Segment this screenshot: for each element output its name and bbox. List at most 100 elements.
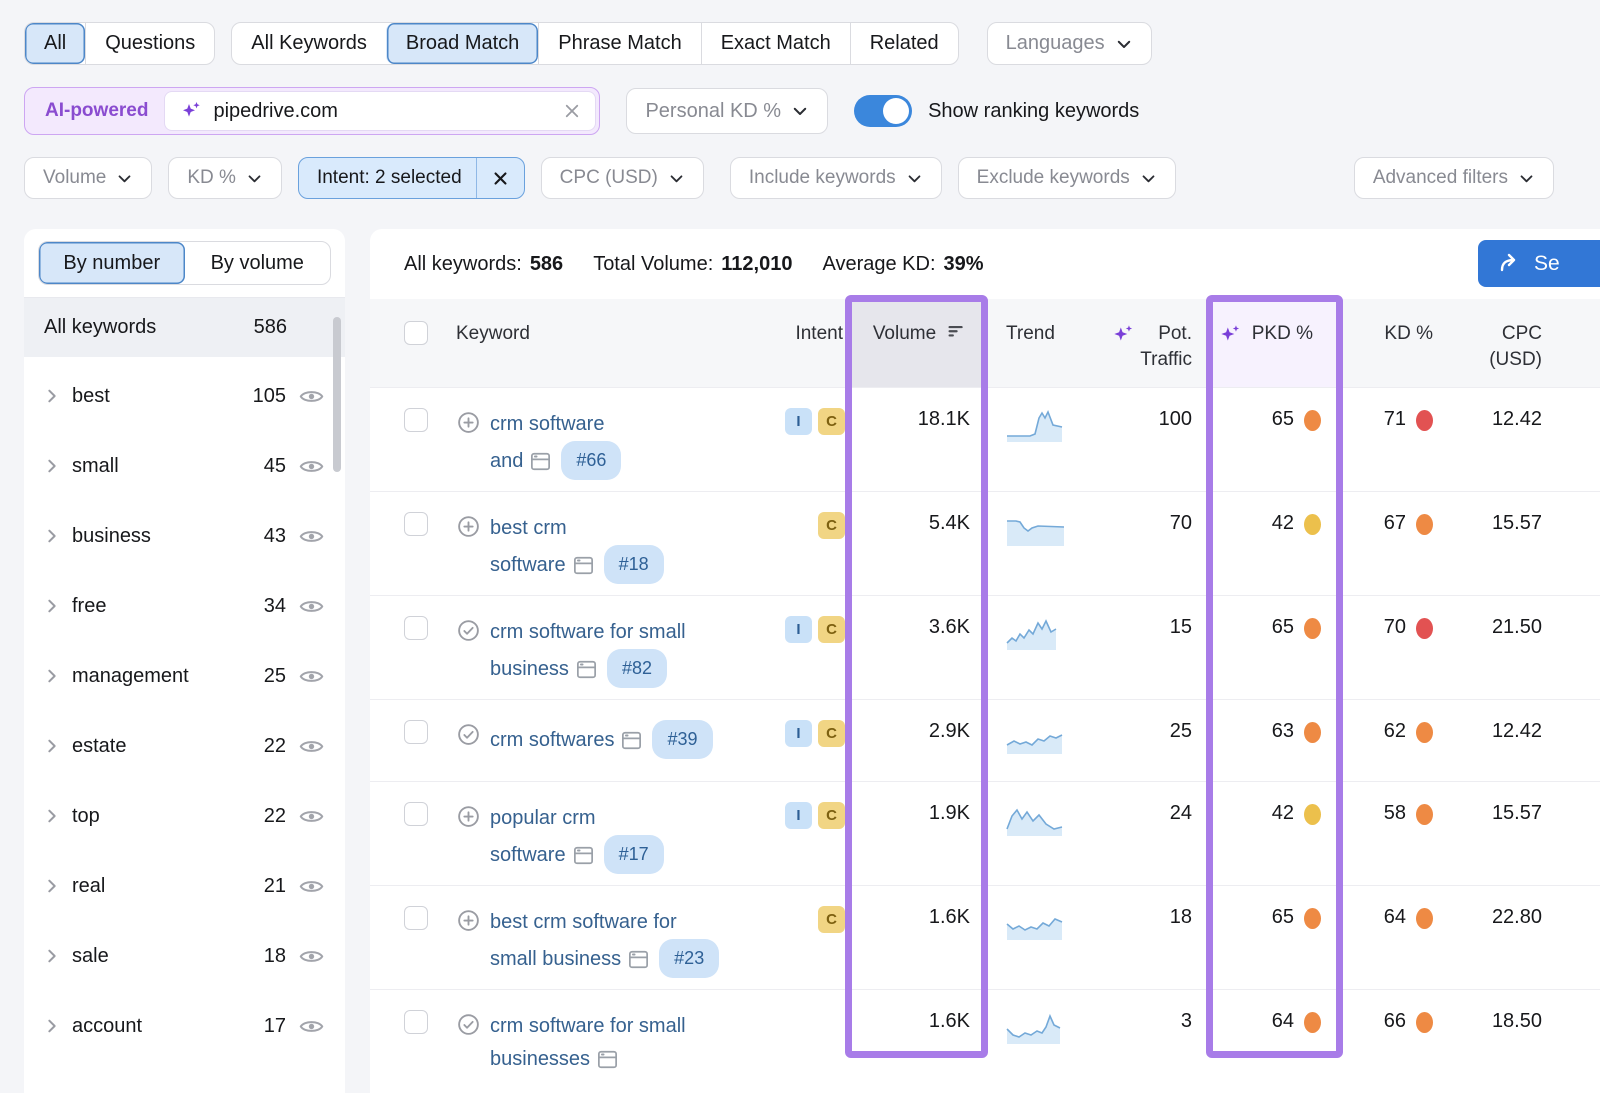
serp-preview-icon[interactable] [530, 452, 551, 471]
chevron-right-icon[interactable] [44, 1018, 60, 1034]
chevron-right-icon[interactable] [44, 738, 60, 754]
search-query[interactable]: pipedrive.com [213, 100, 553, 123]
send-keywords-button[interactable]: Se [1478, 240, 1600, 287]
intent-badge-informational[interactable]: I [785, 616, 812, 643]
eye-icon[interactable] [298, 733, 325, 760]
sidebar-item-top[interactable]: top 22 [44, 781, 325, 851]
cpc-filter-dropdown[interactable]: CPC (USD) [541, 157, 704, 199]
tab-questions[interactable]: Questions [85, 23, 214, 64]
row-checkbox[interactable] [404, 616, 428, 640]
sidebar-item-best[interactable]: best 105 [44, 361, 325, 431]
chevron-right-icon[interactable] [44, 458, 60, 474]
position-badge[interactable]: #82 [607, 649, 667, 688]
clear-intent-filter-icon[interactable] [477, 170, 524, 187]
all-keywords-group[interactable]: All keywords 586 [24, 297, 345, 357]
chevron-right-icon[interactable] [44, 878, 60, 894]
tab-broad-match[interactable]: Broad Match [386, 23, 538, 64]
column-header-trend[interactable]: Trend [988, 299, 1096, 387]
sidebar-item-account[interactable]: account 17 [44, 991, 325, 1061]
add-keyword-icon[interactable] [456, 514, 481, 539]
intent-badge-commercial[interactable]: C [818, 802, 845, 829]
select-all-checkbox[interactable] [404, 321, 428, 345]
intent-filter-dropdown[interactable]: Intent: 2 selected [298, 157, 525, 199]
volume-filter-dropdown[interactable]: Volume [24, 157, 152, 199]
keyword-added-icon[interactable] [456, 1012, 481, 1037]
intent-badge-informational[interactable]: I [785, 802, 812, 829]
include-keywords-dropdown[interactable]: Include keywords [730, 157, 942, 199]
keyword-added-icon[interactable] [456, 722, 481, 747]
serp-preview-icon[interactable] [628, 950, 649, 969]
row-checkbox[interactable] [404, 802, 428, 826]
sidebar-item-estate[interactable]: estate 22 [44, 711, 325, 781]
tab-all[interactable]: All [25, 23, 85, 64]
sidebar-item-management[interactable]: management 25 [44, 641, 325, 711]
tab-by-number[interactable]: By number [39, 242, 185, 284]
chevron-right-icon[interactable] [44, 808, 60, 824]
eye-icon[interactable] [298, 803, 325, 830]
eye-icon[interactable] [298, 383, 325, 410]
intent-badge-commercial[interactable]: C [818, 720, 845, 747]
column-header-cpc[interactable]: CPC(USD) [1455, 299, 1600, 387]
intent-badge-informational[interactable]: I [785, 720, 812, 747]
add-keyword-icon[interactable] [456, 410, 481, 435]
personal-kd-dropdown[interactable]: Personal KD % [626, 88, 828, 134]
tab-phrase-match[interactable]: Phrase Match [538, 23, 700, 64]
eye-icon[interactable] [298, 873, 325, 900]
advanced-filters-dropdown[interactable]: Advanced filters [1354, 157, 1554, 199]
column-header-volume[interactable]: Volume [851, 299, 988, 387]
keyword-link[interactable]: best crm software [490, 517, 567, 576]
keyword-added-icon[interactable] [456, 618, 481, 643]
chevron-right-icon[interactable] [44, 668, 60, 684]
sidebar-item-sale[interactable]: sale 18 [44, 921, 325, 991]
kd-filter-dropdown[interactable]: KD % [168, 157, 282, 199]
tab-related[interactable]: Related [850, 23, 958, 64]
eye-icon[interactable] [298, 523, 325, 550]
keyword-link[interactable]: crm software for small businesses [490, 1015, 686, 1070]
tab-by-volume[interactable]: By volume [185, 242, 331, 284]
chevron-right-icon[interactable] [44, 388, 60, 404]
intent-badge-commercial[interactable]: C [818, 616, 845, 643]
column-header-pkd[interactable]: PKD % [1212, 299, 1343, 387]
sidebar-item-small[interactable]: small 45 [44, 431, 325, 501]
position-badge[interactable]: #66 [561, 441, 621, 480]
eye-icon[interactable] [298, 1013, 325, 1040]
keyword-link[interactable]: crm softwares [490, 729, 614, 751]
tab-all-keywords[interactable]: All Keywords [232, 23, 386, 64]
intent-badge-informational[interactable]: I [785, 408, 812, 435]
row-checkbox[interactable] [404, 906, 428, 930]
column-header-intent[interactable]: Intent [776, 299, 851, 387]
serp-preview-icon[interactable] [621, 731, 642, 750]
intent-badge-commercial[interactable]: C [818, 906, 845, 933]
serp-preview-icon[interactable] [573, 556, 594, 575]
eye-icon[interactable] [298, 663, 325, 690]
row-checkbox[interactable] [404, 512, 428, 536]
serp-preview-icon[interactable] [597, 1050, 618, 1069]
position-badge[interactable]: #17 [604, 835, 664, 874]
clear-search-icon[interactable] [563, 102, 581, 120]
add-keyword-icon[interactable] [456, 908, 481, 933]
sort-descending-icon[interactable] [946, 321, 966, 387]
chevron-right-icon[interactable] [44, 528, 60, 544]
row-checkbox[interactable] [404, 1010, 428, 1034]
languages-dropdown[interactable]: Languages [987, 22, 1152, 65]
sidebar-item-free[interactable]: free 34 [44, 571, 325, 641]
sidebar-scrollbar[interactable] [333, 317, 341, 472]
column-header-keyword[interactable]: Keyword [446, 299, 776, 387]
row-checkbox[interactable] [404, 720, 428, 744]
add-keyword-icon[interactable] [456, 804, 481, 829]
eye-icon[interactable] [298, 943, 325, 970]
column-header-kd[interactable]: KD % [1343, 299, 1455, 387]
serp-preview-icon[interactable] [573, 846, 594, 865]
intent-badge-commercial[interactable]: C [818, 408, 845, 435]
column-header-pot-traffic[interactable]: Pot.Traffic [1096, 299, 1212, 387]
row-checkbox[interactable] [404, 408, 428, 432]
position-badge[interactable]: #18 [604, 545, 664, 584]
serp-preview-icon[interactable] [576, 660, 597, 679]
intent-badge-commercial[interactable]: C [818, 512, 845, 539]
tab-exact-match[interactable]: Exact Match [701, 23, 850, 64]
sidebar-item-business[interactable]: business 43 [44, 501, 325, 571]
exclude-keywords-dropdown[interactable]: Exclude keywords [958, 157, 1176, 199]
chevron-right-icon[interactable] [44, 948, 60, 964]
sidebar-item-real[interactable]: real 21 [44, 851, 325, 921]
show-ranking-toggle[interactable] [854, 95, 912, 127]
